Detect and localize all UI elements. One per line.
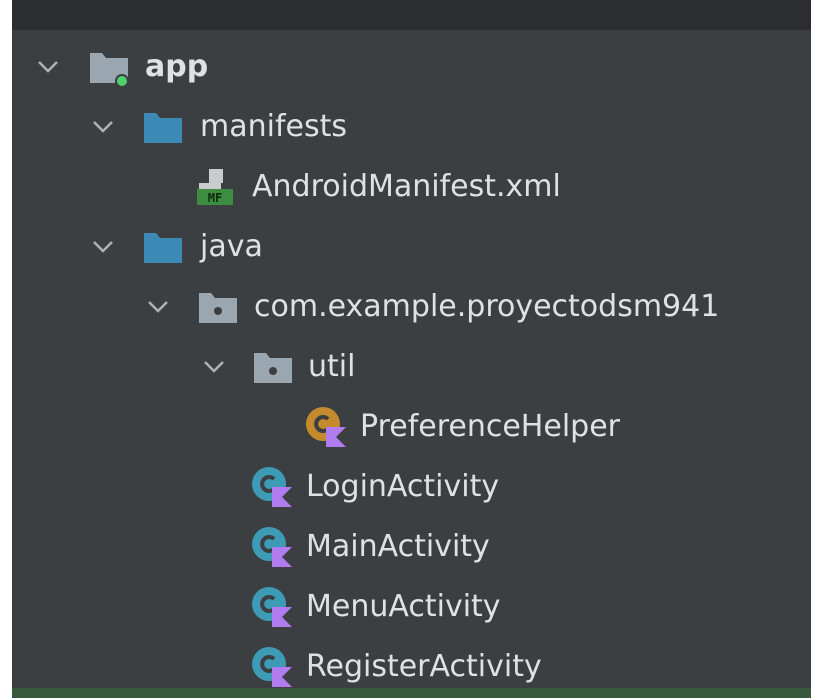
bottom-status-strip xyxy=(12,688,811,698)
module-folder-icon xyxy=(90,53,129,88)
project-tree: app manifests MF AndroidManifest.xml jav… xyxy=(12,37,811,697)
tree-node-label: MainActivity xyxy=(306,529,490,564)
chevron-down-icon[interactable] xyxy=(91,239,115,255)
tree-node-package-root[interactable]: com.example.proyectodsm941 xyxy=(12,277,811,337)
android-manifest-file-icon: MF xyxy=(197,169,233,205)
tree-node-label: PreferenceHelper xyxy=(360,409,620,444)
tree-node-label: util xyxy=(308,349,356,384)
tool-window-header-strip xyxy=(12,0,811,30)
svg-text:MF: MF xyxy=(208,191,222,205)
tree-node-android-manifest[interactable]: MF AndroidManifest.xml xyxy=(12,157,811,217)
chevron-down-icon[interactable] xyxy=(146,299,170,315)
project-tool-window: app manifests MF AndroidManifest.xml jav… xyxy=(12,0,811,698)
tree-node-label: app xyxy=(145,49,209,84)
tree-node-label: AndroidManifest.xml xyxy=(252,169,561,204)
kotlin-object-icon xyxy=(306,407,346,447)
source-folder-icon xyxy=(144,233,182,263)
kotlin-class-icon xyxy=(252,647,292,687)
tree-node-label: manifests xyxy=(200,109,347,144)
tree-node-main-activity[interactable]: MainActivity xyxy=(12,517,811,577)
tree-node-app[interactable]: app xyxy=(12,37,811,97)
package-icon xyxy=(254,353,292,383)
chevron-down-icon[interactable] xyxy=(202,359,226,375)
tree-node-menu-activity[interactable]: MenuActivity xyxy=(12,577,811,637)
tree-node-label: LoginActivity xyxy=(306,469,500,504)
tree-node-login-activity[interactable]: LoginActivity xyxy=(12,457,811,517)
package-icon xyxy=(199,293,237,323)
chevron-down-icon[interactable] xyxy=(91,119,115,135)
tree-node-java[interactable]: java xyxy=(12,217,811,277)
chevron-down-icon[interactable] xyxy=(36,59,60,75)
kotlin-class-icon xyxy=(252,587,292,627)
tree-node-label: java xyxy=(200,229,263,264)
tree-node-label: MenuActivity xyxy=(306,589,501,624)
tree-node-package-util[interactable]: util xyxy=(12,337,811,397)
kotlin-class-icon xyxy=(252,527,292,567)
folder-icon xyxy=(144,113,182,143)
tree-node-manifests[interactable]: manifests xyxy=(12,97,811,157)
kotlin-class-icon xyxy=(252,467,292,507)
tree-node-preference-helper[interactable]: PreferenceHelper xyxy=(12,397,811,457)
tree-node-label: com.example.proyectodsm941 xyxy=(254,289,720,324)
